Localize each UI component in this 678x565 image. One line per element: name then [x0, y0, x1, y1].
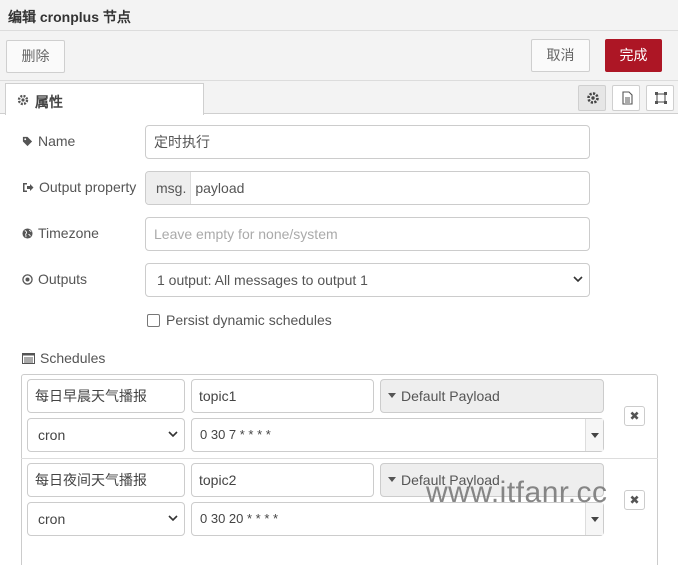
delete-button[interactable]: 删除: [6, 40, 65, 73]
outputs-select-value: 1 output: All messages to output 1: [157, 272, 368, 288]
appearance-icon: [655, 92, 667, 104]
chevron-down-icon: [573, 276, 583, 283]
output-property-label: Output property: [22, 179, 136, 195]
expression-dropdown-button[interactable]: [585, 419, 603, 451]
caret-down-icon: [388, 393, 396, 398]
schedule-2-type-select[interactable]: cron: [27, 502, 185, 536]
schedule-2-remove-button[interactable]: ✖: [624, 490, 645, 510]
schedule-1-type-select[interactable]: cron: [27, 418, 185, 452]
schedule-2-topic-input[interactable]: topic2: [191, 463, 374, 497]
globe-icon: [22, 227, 33, 239]
schedule-2-name-input[interactable]: 每日夜间天气播报: [27, 463, 185, 497]
editor-tabs-bar: 属性: [0, 81, 678, 115]
tab-properties-label: 属性: [35, 94, 63, 110]
caret-down-icon: [388, 477, 396, 482]
gear-icon: [17, 93, 29, 109]
tag-icon: [22, 136, 33, 146]
sign-out-icon: [23, 182, 34, 192]
outputs-select[interactable]: 1 output: All messages to output 1: [145, 263, 590, 297]
schedule-1-name-input[interactable]: 每日早晨天气播报: [27, 379, 185, 413]
cancel-button[interactable]: 取消: [531, 39, 590, 72]
outputs-label: Outputs: [22, 271, 87, 287]
schedule-1-payload-select[interactable]: Default Payload: [380, 379, 604, 413]
schedule-1-expression-input[interactable]: 0 30 7 * * * *: [191, 418, 604, 452]
timezone-input[interactable]: Leave empty for none/system: [145, 217, 590, 251]
gear-icon: [587, 92, 599, 104]
persist-schedules-label: Persist dynamic schedules: [166, 312, 332, 328]
timezone-label: Timezone: [22, 225, 99, 241]
dot-circle-icon: [22, 273, 33, 285]
editor-title-bar: 编辑 cronplus 节点: [0, 0, 678, 31]
tab-properties-icon-button[interactable]: [578, 85, 606, 111]
chevron-down-icon: [168, 431, 178, 438]
name-label: Name: [22, 133, 75, 149]
tab-appearance-button[interactable]: [646, 85, 674, 111]
tab-description-button[interactable]: [612, 85, 640, 111]
output-property-input[interactable]: msg. payload: [145, 171, 590, 205]
output-property-value: payload: [195, 180, 245, 196]
schedule-1-topic-input[interactable]: topic1: [191, 379, 374, 413]
schedule-row-divider: [21, 458, 658, 459]
msg-prefix: msg.: [146, 172, 192, 204]
done-button[interactable]: 完成: [605, 39, 662, 72]
list-alt-icon: [22, 352, 35, 364]
chevron-down-icon: [168, 515, 178, 522]
name-input[interactable]: 定时执行: [145, 125, 590, 159]
watermark-text: www.itfanr.cc: [426, 476, 608, 509]
persist-schedules-row[interactable]: Persist dynamic schedules: [147, 312, 332, 328]
persist-schedules-checkbox[interactable]: [147, 313, 160, 327]
editor-toolbar: 删除 取消 完成: [0, 31, 678, 81]
editor-title: 编辑 cronplus 节点: [8, 9, 131, 25]
schedule-1-remove-button[interactable]: ✖: [624, 406, 645, 426]
description-icon: [622, 91, 633, 105]
tab-properties[interactable]: 属性: [5, 83, 204, 115]
schedules-label: Schedules: [22, 350, 105, 366]
